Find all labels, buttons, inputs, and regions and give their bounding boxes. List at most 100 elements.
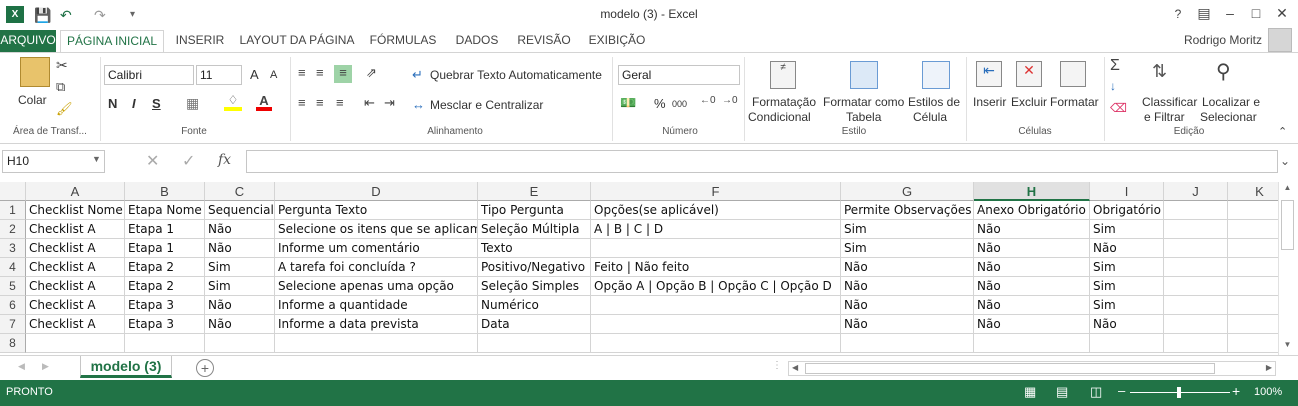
table-cell[interactable]: Permite Observações: [841, 201, 974, 220]
find-select-label-1[interactable]: Localizar e: [1202, 95, 1260, 109]
format-cells-icon[interactable]: [1060, 61, 1086, 87]
column-header[interactable]: E: [478, 182, 591, 201]
table-cell[interactable]: Sim: [205, 277, 275, 296]
user-name[interactable]: Rodrigo Moritz: [1184, 33, 1262, 47]
font-color-icon[interactable]: A: [256, 93, 272, 111]
prev-sheet-icon[interactable]: ◀: [18, 361, 25, 372]
table-cell[interactable]: Tipo Pergunta: [478, 201, 591, 220]
table-cell[interactable]: Etapa Nome: [125, 201, 205, 220]
align-bottom-icon[interactable]: ≡: [334, 65, 352, 83]
close-icon[interactable]: ✕: [1272, 5, 1292, 22]
table-cell[interactable]: Não: [974, 315, 1090, 334]
font-name-select[interactable]: Calibri: [104, 65, 194, 85]
table-cell[interactable]: Sequencial: [205, 201, 275, 220]
column-header[interactable]: I: [1090, 182, 1164, 201]
increase-decimal-icon[interactable]: ←0: [700, 95, 716, 106]
tab-pagina-inicial[interactable]: PÁGINA INICIAL: [60, 30, 164, 53]
format-as-table-label-1[interactable]: Formatar como: [823, 95, 904, 109]
row-header[interactable]: 7: [0, 315, 26, 334]
table-cell[interactable]: [974, 334, 1090, 353]
underline-button[interactable]: S: [152, 96, 161, 111]
table-cell[interactable]: Não: [841, 296, 974, 315]
table-cell[interactable]: Opções(se aplicável): [591, 201, 841, 220]
table-cell[interactable]: Não: [841, 277, 974, 296]
autosum-icon[interactable]: Σ: [1110, 57, 1120, 75]
cell-styles-label-1[interactable]: Estilos de: [908, 95, 960, 109]
page-break-view-icon[interactable]: ◫: [1090, 384, 1102, 400]
grow-font-button[interactable]: A: [250, 67, 259, 82]
table-cell[interactable]: Etapa 2: [125, 258, 205, 277]
select-all-corner[interactable]: [0, 182, 26, 201]
table-cell[interactable]: Checklist A: [26, 239, 125, 258]
table-cell[interactable]: [1164, 201, 1228, 220]
font-size-select[interactable]: 11: [196, 65, 242, 85]
table-cell[interactable]: Informe um comentário: [275, 239, 478, 258]
paste-button[interactable]: Colar: [18, 93, 47, 107]
delete-cells-button[interactable]: Excluir: [1011, 95, 1047, 109]
table-cell[interactable]: Anexo Obrigatório: [974, 201, 1090, 220]
decrease-indent-icon[interactable]: ⇤: [364, 95, 375, 111]
copy-icon[interactable]: ⧉: [56, 79, 65, 95]
table-cell[interactable]: Checklist A: [26, 220, 125, 239]
merge-center-icon[interactable]: ↔: [412, 97, 425, 112]
table-cell[interactable]: Seleção Simples: [478, 277, 591, 296]
column-header[interactable]: H: [974, 182, 1090, 201]
scroll-left-icon[interactable]: ◀: [792, 363, 798, 372]
fill-icon[interactable]: ↓: [1110, 79, 1116, 93]
table-cell[interactable]: Não: [841, 315, 974, 334]
table-cell[interactable]: [1164, 277, 1228, 296]
tab-exibicao[interactable]: EXIBIÇÃO: [582, 30, 652, 52]
column-header[interactable]: G: [841, 182, 974, 201]
table-cell[interactable]: Não: [974, 258, 1090, 277]
column-header[interactable]: C: [205, 182, 275, 201]
conditional-formatting-label-2[interactable]: Condicional: [748, 110, 811, 124]
percent-button[interactable]: %: [654, 96, 666, 111]
table-cell[interactable]: Opção A | Opção B | Opção C | Opção D: [591, 277, 841, 296]
table-cell[interactable]: [205, 334, 275, 353]
row-header[interactable]: 6: [0, 296, 26, 315]
table-cell[interactable]: Sim: [1090, 277, 1164, 296]
table-cell[interactable]: Não: [974, 277, 1090, 296]
fill-color-icon[interactable]: ♢: [224, 93, 242, 111]
table-cell[interactable]: Sim: [1090, 220, 1164, 239]
table-cell[interactable]: Selecione apenas uma opção: [275, 277, 478, 296]
ribbon-display-icon[interactable]: ▤: [1194, 5, 1214, 22]
delete-cells-icon[interactable]: ✕: [1016, 61, 1042, 87]
table-cell[interactable]: Etapa 3: [125, 296, 205, 315]
table-cell[interactable]: Não: [205, 220, 275, 239]
table-cell[interactable]: A tarefa foi concluída ?: [275, 258, 478, 277]
shrink-font-button[interactable]: A: [270, 69, 277, 81]
table-cell[interactable]: Informe a quantidade: [275, 296, 478, 315]
table-cell[interactable]: A | B | C | D: [591, 220, 841, 239]
table-cell[interactable]: Sim: [205, 258, 275, 277]
table-cell[interactable]: [1164, 220, 1228, 239]
align-top-icon[interactable]: ≡: [298, 65, 306, 80]
table-cell[interactable]: Data: [478, 315, 591, 334]
table-cell[interactable]: Numérico: [478, 296, 591, 315]
align-left-icon[interactable]: ≡: [298, 95, 306, 110]
table-cell[interactable]: [478, 334, 591, 353]
table-cell[interactable]: Sim: [1090, 258, 1164, 277]
cut-icon[interactable]: ✂: [56, 57, 68, 74]
name-box[interactable]: H10: [2, 150, 105, 173]
align-middle-icon[interactable]: ≡: [316, 65, 324, 80]
orientation-icon[interactable]: ⇗: [366, 65, 377, 81]
row-header[interactable]: 4: [0, 258, 26, 277]
sort-filter-label-2[interactable]: e Filtrar: [1144, 110, 1185, 124]
row-header[interactable]: 2: [0, 220, 26, 239]
enter-icon[interactable]: ✓: [182, 151, 195, 171]
table-cell[interactable]: Não: [205, 315, 275, 334]
insert-function-button[interactable]: fx: [218, 152, 231, 168]
table-cell[interactable]: [275, 334, 478, 353]
table-cell[interactable]: Etapa 3: [125, 315, 205, 334]
table-cell[interactable]: [591, 296, 841, 315]
align-right-icon[interactable]: ≡: [336, 95, 344, 110]
cell-styles-icon[interactable]: [922, 61, 950, 89]
format-as-table-icon[interactable]: [850, 61, 878, 89]
zoom-level[interactable]: 100%: [1254, 386, 1282, 398]
zoom-out-button[interactable]: –: [1118, 383, 1125, 398]
table-cell[interactable]: Selecione os itens que se aplicam: [275, 220, 478, 239]
table-cell[interactable]: Positivo/Negativo: [478, 258, 591, 277]
collapse-ribbon-icon[interactable]: ⌃: [1278, 125, 1287, 138]
column-header[interactable]: J: [1164, 182, 1228, 201]
